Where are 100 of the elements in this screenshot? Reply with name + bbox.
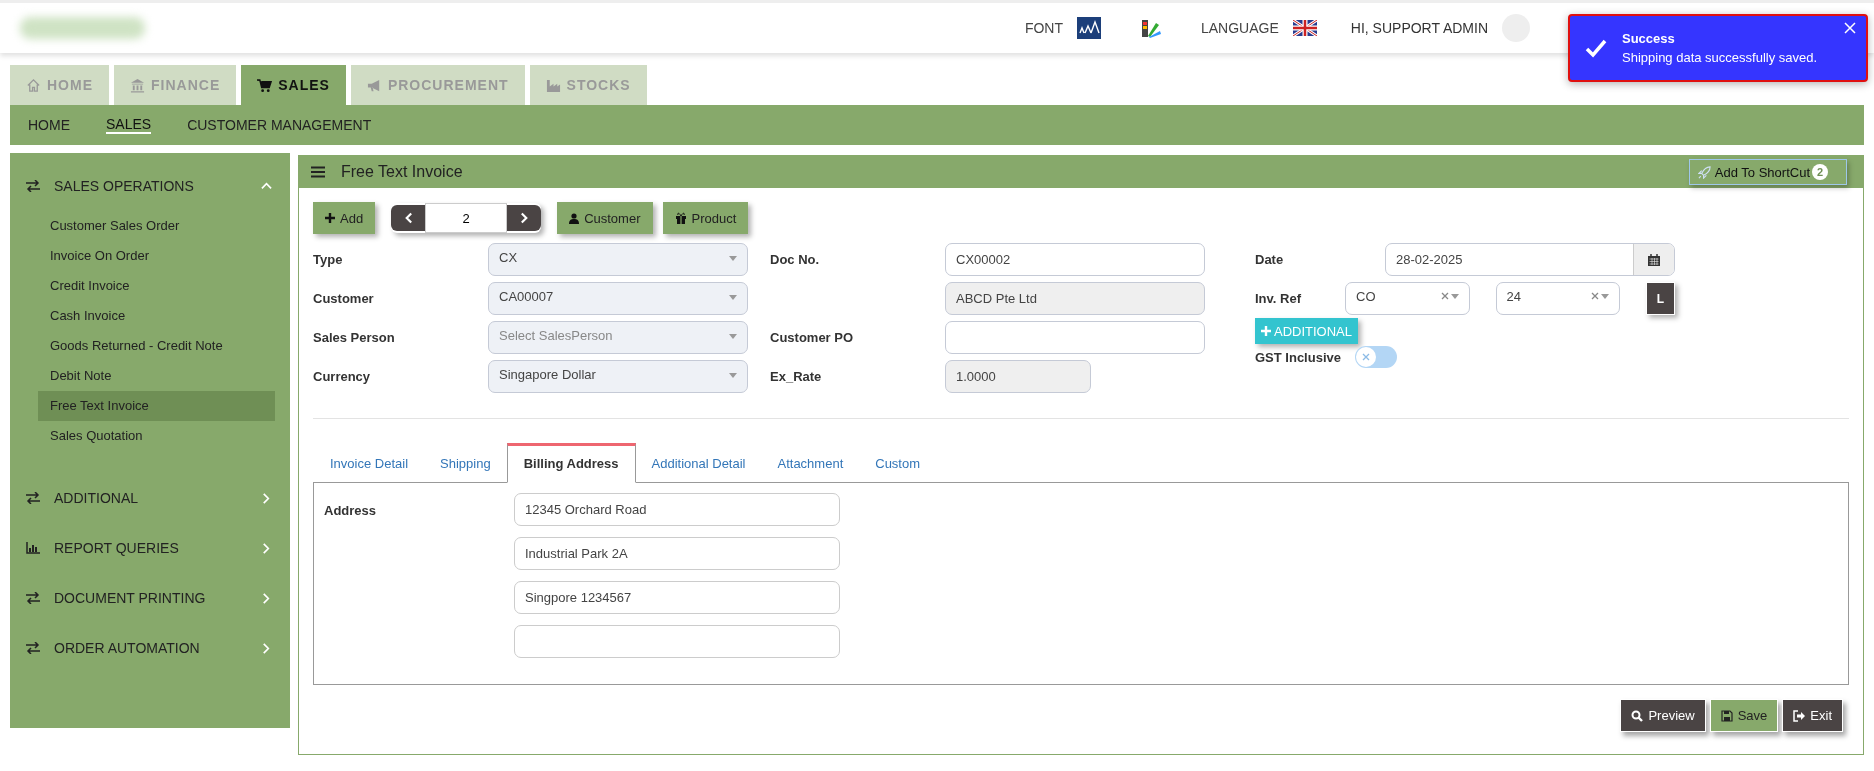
tab[interactable]: Invoice Detail [314, 446, 425, 482]
field-label: Doc No. [770, 252, 821, 267]
caret-icon [729, 256, 737, 261]
close-icon[interactable] [1844, 22, 1856, 34]
chevron-up-icon [261, 180, 272, 192]
address-line-field[interactable] [514, 625, 840, 658]
date-field[interactable]: 28-02-2025 [1385, 243, 1675, 276]
uk-flag-icon[interactable] [1292, 20, 1317, 36]
readonly-field[interactable]: 1.0000 [945, 360, 1091, 393]
readonly-field[interactable]: ABCD Pte Ltd [945, 282, 1205, 315]
exit-button[interactable]: Exit [1782, 699, 1843, 732]
chevron-right-icon [519, 212, 529, 224]
house-icon [26, 77, 41, 93]
exchange-arrows-icon [26, 592, 40, 604]
field-label: Customer [313, 291, 375, 306]
language-label[interactable]: LANGUAGE [1201, 20, 1279, 36]
sub-nav-link[interactable]: SALES [106, 116, 152, 134]
address-line-field[interactable]: 12345 Orchard Road [514, 493, 840, 526]
field-label: Type [313, 252, 344, 267]
caret-icon [729, 373, 737, 378]
tab[interactable]: Shipping [424, 446, 507, 482]
dropdown-field[interactable]: Select SalesPerson [488, 321, 748, 354]
dropdown-field[interactable]: CA00007 [488, 282, 748, 315]
l-button[interactable]: L [1646, 282, 1675, 315]
sidebar-section[interactable]: ORDER AUTOMATION [10, 623, 290, 673]
rocket-icon [1697, 165, 1711, 179]
field-label: Ex_Rate [770, 369, 823, 384]
clear-icon[interactable] [1440, 292, 1449, 300]
sidebar-section[interactable]: ADDITIONAL [10, 473, 290, 523]
tab[interactable]: Billing Address [506, 443, 636, 483]
chevron-right-icon [261, 542, 272, 554]
megaphone-icon [366, 77, 382, 93]
dropdown-field[interactable]: Singapore Dollar [488, 360, 748, 393]
text-field[interactable] [945, 321, 1205, 354]
dropdown-field[interactable]: 24 [1495, 282, 1620, 315]
bank-icon [130, 77, 145, 93]
factory-icon [545, 77, 561, 93]
sub-nav-link[interactable]: HOME [28, 117, 70, 133]
plus-icon [325, 213, 335, 223]
tab[interactable]: Additional Detail [635, 446, 762, 482]
sidebar-item[interactable]: Debit Note [38, 361, 275, 391]
toast-title: Success [1622, 31, 1676, 46]
plus-icon [1261, 326, 1271, 336]
panel-title: Free Text Invoice [341, 163, 464, 181]
toast-message: Shipping data successfully saved. [1622, 50, 1819, 65]
tab[interactable]: Attachment [761, 446, 860, 482]
sidebar-section[interactable]: SALES OPERATIONS [10, 161, 290, 211]
exchange-arrows-icon [26, 642, 40, 654]
sidebar-section[interactable]: REPORT QUERIES [10, 523, 290, 573]
field-label: Sales Person [313, 330, 396, 345]
caret-icon [729, 295, 737, 300]
record-number-field[interactable]: 2 [425, 203, 508, 233]
address-line-field[interactable]: Industrial Park 2A [514, 537, 840, 570]
sub-nav-link[interactable]: CUSTOMER MANAGEMENT [187, 117, 372, 133]
sidebar-item[interactable]: Credit Invoice [38, 271, 275, 301]
field-label: Address [324, 502, 378, 520]
sidebar-item[interactable]: Invoice On Order [38, 241, 275, 271]
field-label: Customer PO [770, 330, 855, 345]
tab[interactable]: Custom [859, 446, 937, 482]
add-to-shortcut-button[interactable]: Add To ShortCut 2 [1688, 159, 1847, 185]
next-button[interactable] [507, 205, 542, 231]
module-tab[interactable]: SALES [241, 65, 346, 105]
sidebar-item[interactable]: Sales Quotation [38, 421, 275, 451]
caret-icon [1450, 293, 1459, 299]
field-label: GST Inclusive [1255, 349, 1342, 365]
text-field[interactable]: CX00002 [945, 243, 1205, 276]
sidebar-item[interactable]: Free Text Invoice [38, 391, 275, 421]
caret-icon [729, 334, 737, 339]
count-badge: 2 [1812, 164, 1828, 180]
sidebar-item[interactable]: Customer Sales Order [38, 211, 275, 241]
exchange-arrows-icon [26, 492, 40, 504]
sidebar-item[interactable]: Goods Returned - Credit Note [38, 331, 275, 361]
product-button[interactable]: Product [662, 202, 749, 234]
field-label: Inv. Ref [1255, 291, 1302, 306]
customer-button[interactable]: Customer [557, 202, 653, 234]
previous-button[interactable] [391, 205, 426, 231]
calendar-icon[interactable] [1648, 253, 1660, 266]
bar-chart-icon [26, 542, 40, 554]
dropdown-field[interactable]: CX [488, 243, 748, 276]
field-label: Date [1255, 252, 1285, 267]
person-icon [569, 212, 580, 224]
sidebar-section[interactable]: DOCUMENT PRINTING [10, 573, 290, 623]
chevron-right-icon [261, 642, 272, 654]
preview-button[interactable]: Preview [1620, 699, 1706, 732]
add-button[interactable]: Add [313, 202, 376, 234]
sidebar-item[interactable]: Cash Invoice [38, 301, 275, 331]
dropdown-field[interactable]: CO [1345, 282, 1470, 315]
floppy-disk-icon [1720, 709, 1733, 722]
chevron-left-icon [403, 212, 413, 224]
address-line-field[interactable]: Singpore 1234567 [514, 581, 840, 614]
field-label: Currency [313, 369, 372, 384]
menu-icon[interactable] [311, 166, 325, 178]
cross-icon [1362, 353, 1370, 361]
toggle-switch[interactable] [1355, 346, 1397, 368]
clear-icon[interactable] [1591, 292, 1599, 300]
save-button[interactable]: Save [1709, 699, 1779, 732]
user-greeting[interactable]: HI, SUPPORT ADMIN [1350, 20, 1488, 36]
font-label: FONT [1024, 20, 1063, 36]
gift-icon [674, 212, 687, 224]
chevron-right-icon [261, 592, 272, 604]
